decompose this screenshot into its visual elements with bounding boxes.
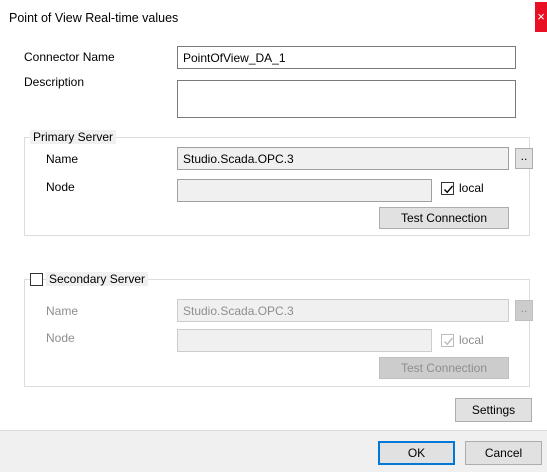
secondary-local-checkbox[interactable] [441,334,454,347]
primary-name-label: Name [46,152,79,166]
secondary-server-legend: Secondary Server [46,272,149,286]
primary-local-checkbox[interactable] [441,182,454,195]
primary-server-legend: Primary Server [30,130,117,144]
checkmark-icon [443,185,454,194]
cancel-button[interactable]: Cancel [465,441,542,465]
description-input[interactable] [177,80,516,118]
secondary-test-connection-button[interactable]: Test Connection [379,357,509,379]
secondary-name-label: Name [46,304,79,318]
secondary-browse-button[interactable]: .. [515,300,533,321]
description-label: Description [24,75,85,89]
secondary-node-input[interactable] [177,329,432,352]
close-button[interactable]: × [535,2,547,32]
settings-button[interactable]: Settings [455,398,532,422]
connector-name-label: Connector Name [24,50,115,64]
secondary-server-checkbox[interactable] [30,273,43,286]
title-bar[interactable]: Point of View Real-time values × [0,0,547,38]
connector-name-input[interactable] [177,46,516,69]
primary-test-connection-button[interactable]: Test Connection [379,207,509,229]
primary-node-input[interactable] [177,179,432,202]
dialog-window: Point of View Real-time values × Connect… [0,0,547,472]
close-icon: × [537,9,545,24]
secondary-local-label: local [459,333,484,347]
secondary-node-label: Node [46,331,75,345]
primary-name-input[interactable] [177,147,509,170]
ok-button[interactable]: OK [378,441,455,465]
window-title: Point of View Real-time values [9,11,179,25]
checkmark-icon [443,337,454,346]
primary-local-label: local [459,181,484,195]
primary-browse-button[interactable]: .. [515,148,533,169]
primary-node-label: Node [46,180,75,194]
secondary-name-input[interactable] [177,299,509,322]
